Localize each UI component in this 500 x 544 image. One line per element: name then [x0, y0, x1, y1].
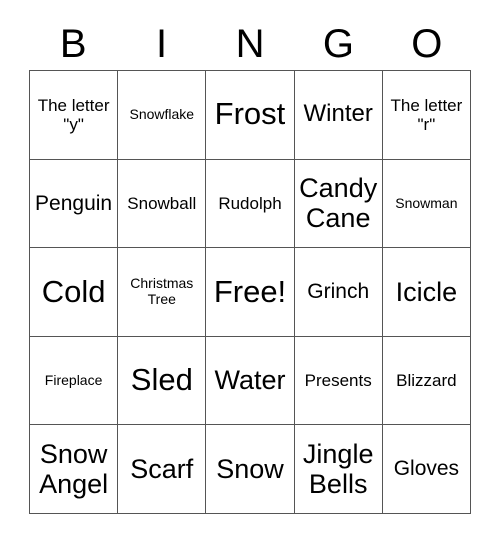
bingo-cell[interactable]: Candy Cane [294, 159, 383, 249]
bingo-header-letter-b: B [59, 22, 87, 66]
bingo-cell[interactable]: Snow Angel [30, 425, 119, 514]
bingo-cell[interactable]: Gloves [382, 425, 471, 514]
bingo-cell[interactable]: Winter [294, 71, 383, 160]
bingo-header-letter-g: G [322, 22, 354, 66]
bingo-cell-label: Presents [304, 371, 372, 391]
bingo-cell[interactable]: The letter "r" [382, 71, 471, 160]
bingo-cell[interactable]: Water [206, 336, 295, 426]
bingo-cell-label: Snow [216, 454, 284, 485]
bingo-cell-label: Water [214, 365, 286, 396]
bingo-cell-label: The letter "y" [37, 95, 110, 134]
bingo-cell-label: Winter [303, 100, 373, 128]
bingo-cell-label: Snowflake [129, 105, 195, 122]
bingo-cell[interactable]: Jingle Bells [294, 425, 383, 514]
bingo-cell-label: Candy Cane [299, 173, 378, 234]
bingo-cell-label: Christmas Tree [130, 275, 194, 307]
bingo-cell-label: Fireplace [44, 371, 103, 388]
bingo-cell-label: Blizzard [396, 371, 457, 391]
bingo-cell-label: Snowman [395, 194, 458, 211]
bingo-cell[interactable]: Fireplace [30, 336, 119, 426]
bingo-cell-label: Free! [213, 273, 287, 309]
bingo-cell[interactable]: Presents [294, 336, 383, 426]
bingo-cell-label: Frost [214, 96, 286, 132]
bingo-cell[interactable]: Blizzard [382, 336, 471, 426]
bingo-cell[interactable]: Snowman [382, 159, 471, 249]
bingo-cell-label: Rudolph [218, 193, 282, 213]
bingo-cell[interactable]: The letter "y" [30, 71, 119, 160]
bingo-cell-label: Scarf [130, 454, 194, 485]
bingo-cell-label: Grinch [307, 280, 370, 304]
bingo-cell-label: Gloves [393, 457, 460, 481]
bingo-cell-label: Snowball [127, 193, 197, 213]
bingo-header-letter-n: N [235, 22, 265, 66]
bingo-cell-label: Cold [41, 273, 106, 309]
bingo-cell[interactable]: Frost [206, 71, 295, 160]
bingo-cell[interactable]: Icicle [382, 248, 471, 337]
bingo-card: B I N G O The letter "y" Snowflake Frost Wi… [0, 0, 500, 544]
bingo-cell[interactable]: Sled [118, 336, 207, 426]
bingo-cell[interactable]: Grinch [294, 248, 383, 337]
bingo-cell-label: Snow Angel [39, 438, 109, 500]
bingo-cell[interactable]: Christmas Tree [118, 248, 207, 337]
bingo-header-row: B I N G O [29, 18, 471, 70]
bingo-cell[interactable]: Free! [206, 248, 295, 337]
bingo-cell-label: Penguin [35, 191, 113, 215]
bingo-cell[interactable]: Snowball [118, 159, 207, 249]
bingo-cell[interactable]: Rudolph [206, 159, 295, 249]
bingo-cell[interactable]: Scarf [118, 425, 207, 514]
bingo-grid: The letter "y" Snowflake Frost Winter The le… [29, 70, 471, 514]
bingo-cell-label: Icicle [395, 276, 458, 307]
bingo-cell[interactable]: Cold [30, 248, 119, 337]
bingo-cell-label: Jingle Bells [302, 438, 374, 500]
bingo-header-letter-o: O [411, 22, 443, 66]
bingo-header-letter-i: I [156, 22, 168, 66]
bingo-cell-label: Sled [130, 362, 193, 398]
bingo-cell[interactable]: Snowflake [118, 71, 207, 160]
bingo-cell[interactable]: Snow [206, 425, 295, 514]
bingo-cell[interactable]: Penguin [30, 159, 119, 249]
bingo-cell-label: The letter "r" [390, 95, 463, 134]
